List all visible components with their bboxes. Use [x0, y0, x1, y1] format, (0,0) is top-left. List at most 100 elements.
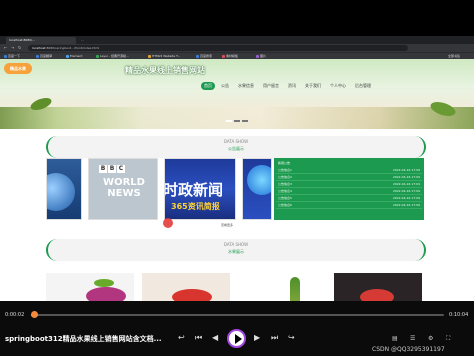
menu-item-user-center[interactable]: 个人中心: [327, 82, 349, 90]
menu-item-fruit[interactable]: 水果信息: [235, 82, 257, 90]
skip-forward-icon[interactable]: ⏭: [271, 334, 278, 342]
bookmark-label: 全部书签: [448, 54, 461, 58]
menu-item-about[interactable]: 关于我们: [302, 82, 324, 90]
prev-chapter-icon[interactable]: ↩: [178, 334, 185, 342]
bbc-logo: B B C: [99, 165, 125, 173]
leaf-decoration: [94, 279, 114, 287]
carousel-dot[interactable]: [234, 120, 240, 122]
bookmark-icon: [66, 54, 69, 58]
bookmarks-bar: 百度一下 百度翻译 Element Layui - 经典开源模... HTML5…: [0, 52, 474, 59]
world-news-text: WORLD NEWS: [103, 177, 145, 199]
news-list-header: 新闻公告: [278, 161, 291, 165]
news-title: 公告信息4: [278, 189, 292, 193]
bookmark-label: 素材模板: [226, 54, 239, 58]
news-title: 公告信息2: [278, 175, 292, 179]
news-list-item[interactable]: 公告信息1 2022-04-16 17:09: [276, 167, 422, 174]
news-list-item[interactable]: 公告信息5 2022-04-16 17:09: [276, 195, 422, 202]
grape-image: [86, 287, 126, 301]
subtitle-icon[interactable]: ▤: [392, 335, 398, 342]
news-carousel: B B C WORLD NEWS 时政新闻 365资讯简报 新闻公告 公告信息1…: [46, 158, 426, 222]
tab-active[interactable]: localhost:8080/...: [6, 37, 76, 44]
news-title: 公告信息3: [278, 182, 292, 186]
bookmark-label: 百度搜索: [200, 54, 213, 58]
next-chapter-icon[interactable]: ↪: [288, 334, 295, 342]
bbc-letter: B: [99, 165, 107, 173]
fullscreen-icon[interactable]: ⛶: [446, 335, 450, 343]
site-header: 精品水果 精品水果线上销售网站 首页 公告 水果信息 用户留言 资讯 关于我们 …: [0, 59, 474, 129]
total-time: 0:10:04: [449, 312, 469, 318]
video-player-bar: 0:00:02 0:10:04 springboot312精品水果线上销售网站含…: [0, 301, 474, 356]
volume-down-icon[interactable]: ◀: [212, 334, 218, 342]
news-list-item[interactable]: 公告信息2 2022-04-16 17:09: [276, 174, 422, 181]
bbc-letter: C: [117, 165, 125, 173]
bookmark-label: Element: [70, 54, 83, 58]
site-logo[interactable]: 精品水果: [4, 63, 32, 74]
bookmark-icon: [222, 54, 225, 58]
globe-image: [247, 165, 271, 195]
bookmark-icon: [36, 54, 39, 58]
news-image[interactable]: [242, 158, 272, 220]
news-title: 公告信息5: [278, 196, 292, 200]
news-date: 2022-04-16 17:09: [392, 203, 420, 207]
section-subtitle: DATA SHOW: [223, 139, 249, 144]
browser-window: localhost:8080/... ... ← → ↻ localhost:8…: [0, 36, 474, 301]
news-section-header: DATA SHOW 公告展示: [46, 136, 426, 158]
site-title: 精品水果线上销售网站: [125, 66, 205, 75]
address-bar: ← → ↻ localhost:8080/springboot.../front…: [0, 44, 474, 52]
news-title: 公告信息6: [278, 203, 292, 207]
carousel-dot[interactable]: [242, 120, 248, 122]
tab-second[interactable]: ...: [78, 37, 118, 44]
pineapple-image: [290, 277, 300, 301]
news-title: 公告信息1: [278, 168, 292, 172]
product-card[interactable]: [142, 273, 230, 301]
news-date: 2022-04-16 17:09: [392, 168, 420, 172]
carousel-dot[interactable]: [226, 120, 232, 122]
news-image-bbc[interactable]: B B C WORLD NEWS: [88, 158, 158, 220]
news-list-item[interactable]: 公告信息4 2022-04-16 17:09: [276, 188, 422, 195]
bookmark-label: Layui - 经典开源模...: [100, 54, 129, 58]
news-image[interactable]: [46, 158, 82, 220]
volume-icon[interactable]: ▶: [254, 334, 260, 342]
menu-item-admin[interactable]: 后台管理: [352, 82, 374, 90]
section-subtitle: DATA SHOW: [223, 242, 249, 247]
more-link[interactable]: 查看更多: [221, 223, 233, 227]
menu-item-home[interactable]: 首页: [201, 82, 215, 90]
mouse-cursor-indicator: [163, 218, 173, 228]
back-icon[interactable]: ←: [4, 46, 8, 50]
fruit-image: [360, 289, 394, 301]
skip-back-icon[interactable]: ⏮: [195, 334, 202, 342]
reload-icon[interactable]: ↻: [18, 46, 22, 50]
watermark: CSDN @QQ3295391197: [372, 346, 445, 353]
product-card[interactable]: [46, 273, 134, 301]
bookmark-icon: [148, 54, 151, 58]
news-list-item[interactable]: 公告信息6 2022-04-16 17:09: [276, 202, 422, 209]
section-title: 公告展示: [228, 146, 244, 151]
news-date: 2022-04-16 17:09: [392, 182, 420, 186]
url-field[interactable]: localhost:8080/springboot.../front/index…: [28, 45, 408, 51]
url-path: :8080/springboot.../front/index.html: [45, 46, 100, 50]
bookmark-label: 图片: [260, 54, 267, 58]
product-card[interactable]: [334, 273, 422, 301]
bbc-letter: B: [108, 165, 116, 173]
news-image-politics[interactable]: 时政新闻 365资讯简报: [164, 158, 236, 220]
news-date: 2022-04-16 17:09: [392, 196, 420, 200]
product-card[interactable]: [238, 273, 326, 301]
progress-bar[interactable]: [31, 314, 444, 316]
tab-bar: localhost:8080/... ...: [0, 36, 474, 44]
progress-handle[interactable]: [31, 311, 38, 318]
menu-item-news[interactable]: 资讯: [285, 82, 299, 90]
forward-icon[interactable]: →: [11, 46, 15, 50]
bookmark-icon: [96, 54, 99, 58]
bookmark-label: HTML5 Website T...: [152, 54, 181, 58]
fruit-image: [172, 289, 212, 301]
play-button[interactable]: [227, 329, 246, 348]
bookmark-label: 百度翻译: [40, 54, 53, 58]
politics-title: 时政新闻: [164, 181, 224, 199]
playlist-icon[interactable]: ☰: [410, 335, 415, 342]
menu-item-message[interactable]: 用户留言: [260, 82, 282, 90]
news-list-item[interactable]: 公告信息3 2022-04-16 17:09: [276, 181, 422, 188]
menu-item-notice[interactable]: 公告: [218, 82, 232, 90]
settings-icon[interactable]: ⚙: [428, 335, 433, 342]
section-title: 水果展示: [228, 249, 244, 254]
main-menu: 首页 公告 水果信息 用户留言 资讯 关于我们 个人中心 后台管理: [201, 82, 377, 90]
